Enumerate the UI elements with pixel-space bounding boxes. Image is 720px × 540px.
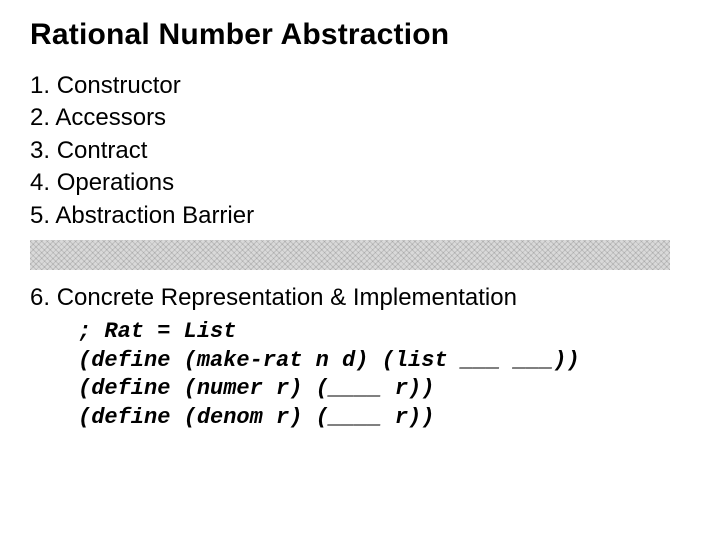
item-text: Accessors [55, 104, 166, 131]
code-block: ; Rat = List (define (make-rat n d) (lis… [78, 318, 690, 432]
list-item: 3. Contract [30, 135, 690, 167]
list-item: 6. Concrete Representation & Implementat… [30, 284, 690, 312]
item-number: 4. [30, 167, 50, 199]
item-text: Concrete Representation & Implementation [57, 284, 517, 311]
outline-list: 1. Constructor 2. Accessors 3. Contract … [30, 70, 690, 232]
item-text: Abstraction Barrier [55, 202, 254, 229]
item-number: 2. [30, 102, 50, 134]
list-item: 5. Abstraction Barrier [30, 200, 690, 232]
list-item: 1. Constructor [30, 70, 690, 102]
list-item: 2. Accessors [30, 102, 690, 134]
slide-title: Rational Number Abstraction [30, 18, 690, 52]
item-text: Operations [57, 169, 174, 196]
item-number: 1. [30, 70, 50, 102]
code-line: (define (numer r) (____ r)) [78, 376, 434, 401]
item-number: 3. [30, 135, 50, 167]
item-text: Contract [57, 137, 148, 164]
list-item: 4. Operations [30, 167, 690, 199]
code-line: (define (make-rat n d) (list ___ ___)) [78, 348, 580, 373]
slide: Rational Number Abstraction 1. Construct… [0, 0, 720, 540]
item-number: 5. [30, 200, 50, 232]
item-text: Constructor [57, 72, 181, 99]
item-number: 6. [30, 284, 50, 312]
code-line: (define (denom r) (____ r)) [78, 405, 434, 430]
abstraction-barrier-divider [30, 240, 670, 270]
code-line: ; Rat = List [78, 319, 236, 344]
